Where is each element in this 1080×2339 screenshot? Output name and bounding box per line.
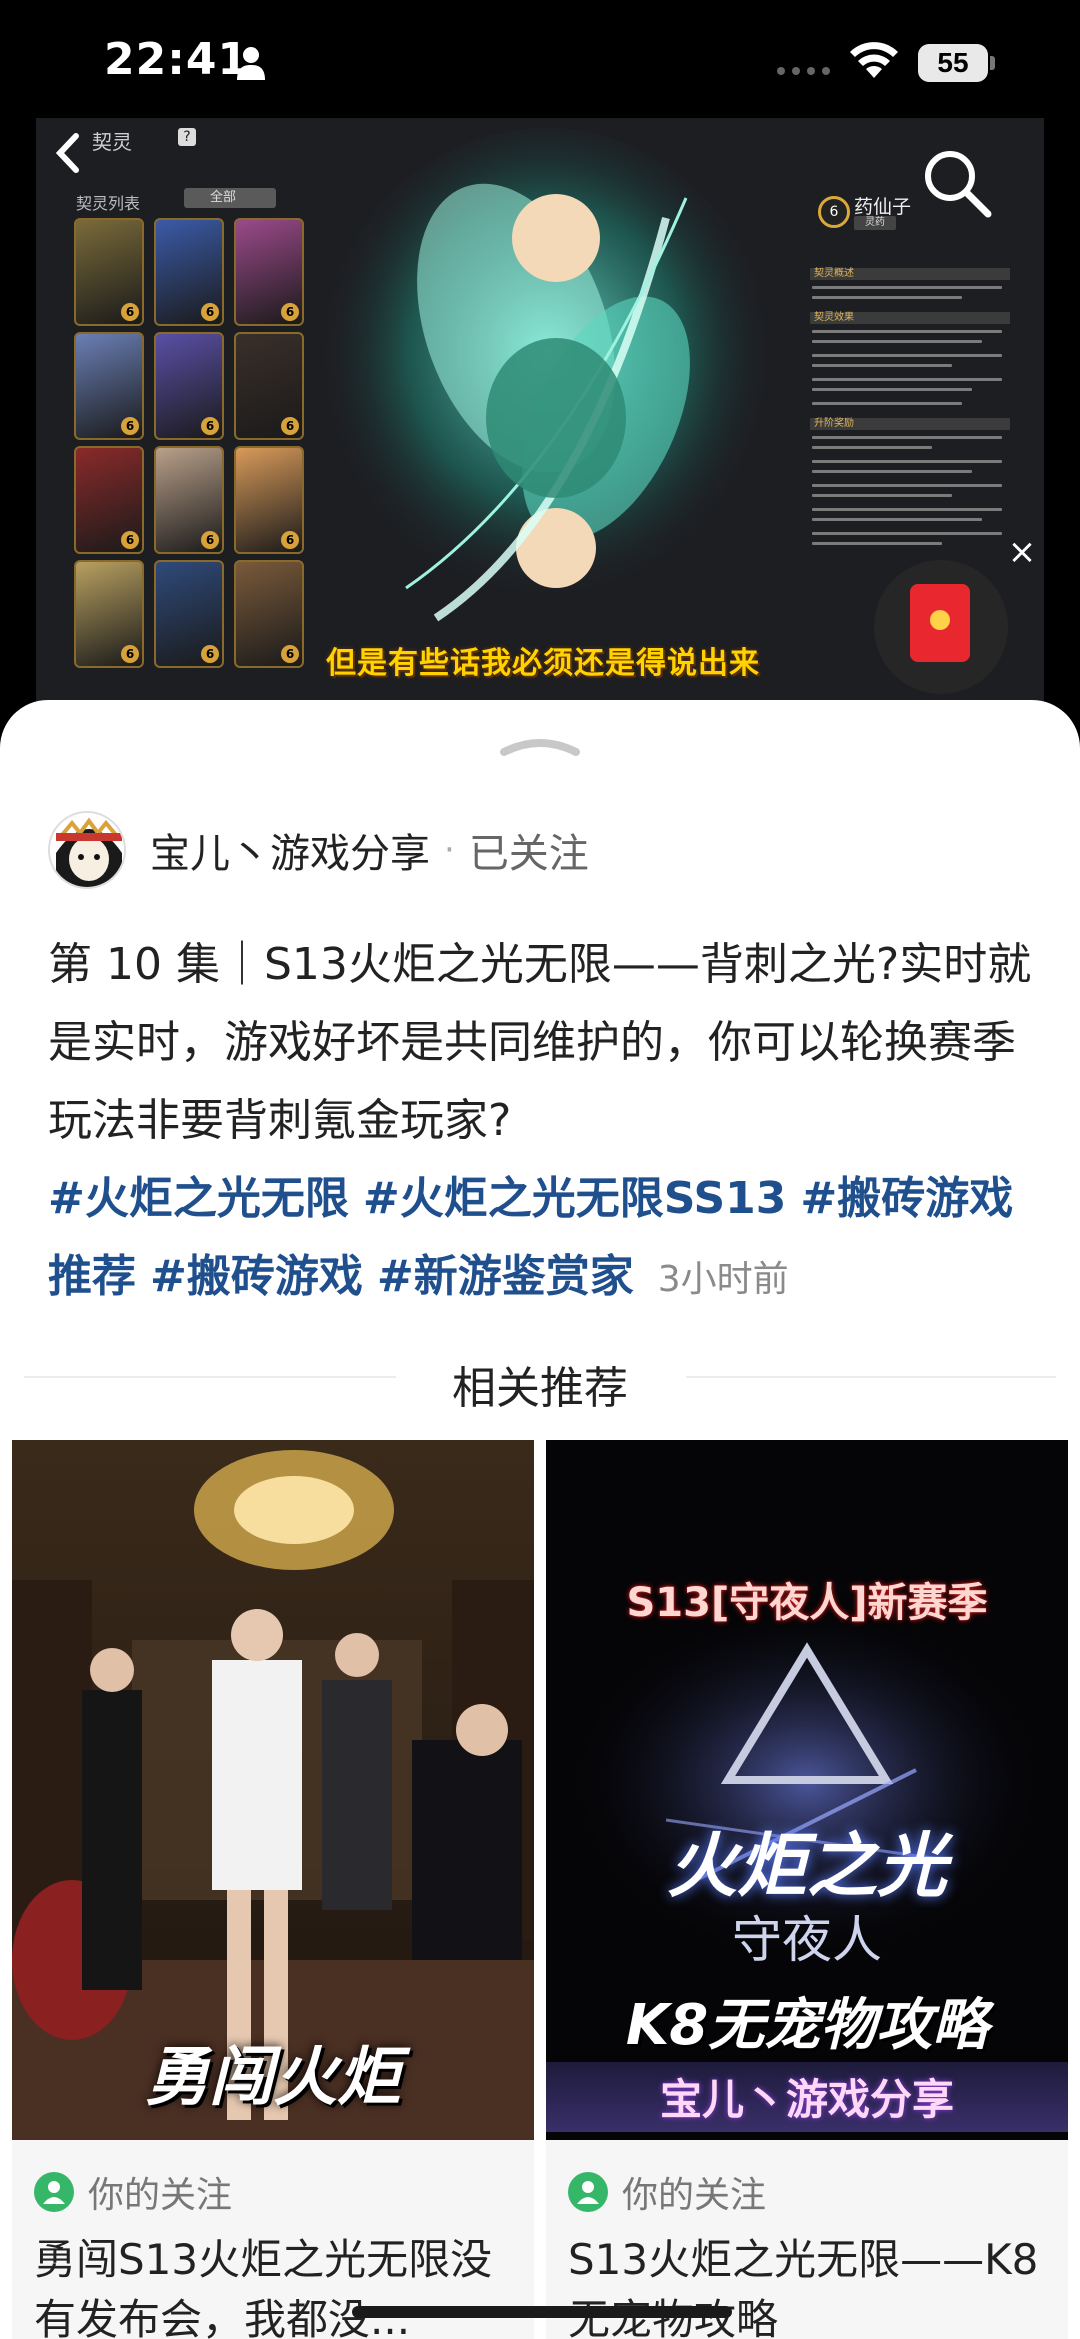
game-list-label: 契灵列表 [76,194,141,213]
home-indicator [352,2306,732,2318]
close-icon[interactable]: × [1006,535,1038,569]
status-bar: 22:41 55 [0,0,1080,118]
thumbnail-author: 宝儿丶游戏分享 [659,2075,954,2124]
fairy-character-art [316,128,776,628]
hero-level-badge: 6 [201,303,219,321]
hashtag[interactable]: #火炬之光无限SS13 [363,1173,787,1224]
hero-card: 6 [74,218,144,326]
avatar-image [50,813,124,887]
author-name[interactable]: 宝儿丶游戏分享 [150,821,430,879]
author-row: 宝儿丶游戏分享 · 已关注 [48,810,589,890]
panel-name: 药仙子 [854,196,912,218]
related-card[interactable]: 勇闯火炬 你的关注 勇闯S13火炬之光无限没有发布会，我都没... [12,1440,534,2339]
panel-tag: 灵药 [854,216,896,230]
related-title: 相关推荐 [452,1363,628,1414]
video-subtitle: 但是有些话我必须还是得说出来 [326,646,760,681]
post-body: 第 10 集｜S13火炬之光无限——背刺之光?实时就是实时，游戏好坏是共同维护的… [48,939,1032,1146]
search-icon[interactable] [920,146,994,220]
hero-level-badge: 6 [201,417,219,435]
battery-indicator: 55 [918,44,996,82]
hero-card: 6 [154,560,224,668]
panel-level-badge: 6 [818,196,850,228]
person-icon [237,47,265,80]
game-filter-dropdown: 全部 [184,188,276,208]
wifi-icon [850,42,898,78]
hero-card: 6 [154,446,224,554]
hero-level-badge: 6 [121,303,139,321]
cellular-signal-icon [777,67,830,75]
card-title: 勇闯S13火炬之光无限没有发布会，我都没... [34,2235,493,2339]
post-caption: 第 10 集｜S13火炬之光无限——背刺之光?实时就是实时，游戏好坏是共同维护的… [48,926,1038,1319]
hashtag[interactable]: #火炬之光无限 [48,1173,349,1224]
thumbnail-subtitle: 守夜人 [732,1911,882,1969]
game-menu-title: 契灵 [92,130,132,154]
panel-section: 升阶奖励 [810,418,1010,430]
thumbnail-caption: 勇闯火炬 [145,2041,401,2115]
follow-status[interactable]: 已关注 [469,821,589,879]
red-envelope-button[interactable] [874,560,1008,694]
post-time: 3小时前 [657,1259,789,1300]
card-source-label: 你的关注 [88,2175,233,2216]
thumbnail-caption: K8无宠物攻略 [625,1993,989,2058]
hero-card: 6 [154,218,224,326]
hero-level-badge: 6 [201,645,219,663]
post-detail-sheet: 宝儿丶游戏分享 · 已关注 第 10 集｜S13火炬之光无限——背刺之光?实时就… [0,700,1080,2339]
follow-badge-icon [568,2172,608,2212]
author-avatar[interactable] [48,811,126,889]
game-help-icon: ? [178,128,196,146]
card-title: S13火炬之光无限——K8无宠物攻略 [568,2235,1039,2339]
hero-card: 6 [74,332,144,440]
hero-card: 6 [154,332,224,440]
hero-level-badge: 6 [121,417,139,435]
card-source: 你的关注 [34,2166,232,2218]
hero-card: 6 [74,560,144,668]
hero-level-badge: 6 [121,645,139,663]
thumbnail-season-text: S13[守夜人]新赛季 [626,1580,988,1626]
status-time: 22:41 [104,34,250,85]
related-card[interactable]: S13[守夜人]新赛季 火炬之光 守夜人 K8无宠物攻略 宝儿丶游戏分享 你的关… [546,1440,1068,2339]
hero-card: 6 [74,446,144,554]
separator-dot: · [444,830,455,870]
related-thumbnail: S13[守夜人]新赛季 火炬之光 守夜人 K8无宠物攻略 宝儿丶游戏分享 [546,1440,1068,2140]
card-source-label: 你的关注 [622,2175,767,2216]
hero-level-badge: 6 [201,531,219,549]
panel-section: 契灵效果 [810,312,1010,324]
related-thumbnail: 勇闯火炬 [12,1440,534,2140]
game-hero-grid: 666666666666 [74,218,304,668]
game-back-icon [55,133,79,173]
battery-level: 55 [937,47,969,78]
hashtag[interactable]: #新游鉴赏家 [377,1251,634,1302]
red-envelope-icon [910,584,970,662]
thumbnail-logo-text: 火炬之光 [667,1824,947,1907]
card-source: 你的关注 [568,2166,766,2218]
follow-badge-icon [34,2172,74,2212]
panel-section: 契灵概述 [810,268,1010,280]
collapse-chevron-icon[interactable] [500,732,580,756]
hashtag[interactable]: #搬砖游戏 [150,1251,363,1302]
hero-level-badge: 6 [121,531,139,549]
